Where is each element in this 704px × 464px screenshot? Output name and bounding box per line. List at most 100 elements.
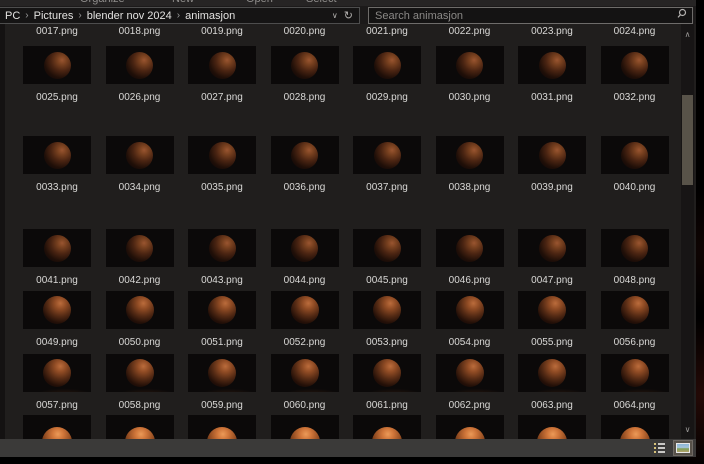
planet-render-image bbox=[290, 427, 320, 439]
planet-render-image bbox=[539, 52, 566, 79]
file-item[interactable] bbox=[266, 415, 344, 439]
breadcrumb-separator-icon: › bbox=[25, 10, 28, 21]
file-item[interactable]: 0023.png bbox=[513, 24, 591, 37]
file-item[interactable] bbox=[431, 415, 509, 439]
file-item[interactable]: 0051.png bbox=[183, 291, 261, 348]
planet-render-image bbox=[373, 296, 401, 324]
file-item[interactable]: 0058.png bbox=[101, 354, 179, 411]
file-item[interactable]: 0025.png bbox=[18, 46, 96, 103]
file-thumbnail bbox=[106, 291, 174, 329]
file-item[interactable]: 0036.png bbox=[266, 136, 344, 193]
file-item[interactable]: 0020.png bbox=[266, 24, 344, 37]
file-item[interactable]: 0050.png bbox=[101, 291, 179, 348]
refresh-icon[interactable]: ↻ bbox=[344, 11, 353, 21]
breadcrumb-segment[interactable]: Pictures bbox=[34, 10, 74, 22]
file-item[interactable]: 0029.png bbox=[348, 46, 426, 103]
file-item[interactable]: 0043.png bbox=[183, 229, 261, 286]
file-item[interactable]: 0038.png bbox=[431, 136, 509, 193]
planet-render-image bbox=[539, 142, 566, 169]
file-item[interactable]: 0032.png bbox=[596, 46, 674, 103]
file-item[interactable] bbox=[18, 415, 96, 439]
file-item[interactable]: 0030.png bbox=[431, 46, 509, 103]
file-item[interactable]: 0028.png bbox=[266, 46, 344, 103]
file-item[interactable]: 0017.png bbox=[18, 24, 96, 37]
file-item[interactable]: 0056.png bbox=[596, 291, 674, 348]
file-item[interactable]: 0041.png bbox=[18, 229, 96, 286]
planet-render-image bbox=[126, 52, 153, 79]
details-view-button[interactable] bbox=[652, 440, 666, 456]
ribbon-item-new[interactable]: New bbox=[172, 0, 194, 5]
file-item[interactable]: 0053.png bbox=[348, 291, 426, 348]
file-item[interactable]: 0062.png bbox=[431, 354, 509, 411]
file-name-label: 0036.png bbox=[284, 182, 326, 193]
file-thumbnail bbox=[271, 136, 339, 174]
file-item[interactable]: 0031.png bbox=[513, 46, 591, 103]
file-thumbnail bbox=[436, 229, 504, 267]
file-name-label: 0024.png bbox=[614, 26, 656, 37]
file-item[interactable]: 0055.png bbox=[513, 291, 591, 348]
file-name-label: 0022.png bbox=[449, 26, 491, 37]
search-box[interactable] bbox=[368, 7, 693, 24]
breadcrumb-segment[interactable]: blender nov 2024 bbox=[87, 10, 172, 22]
planet-render-image bbox=[126, 296, 154, 324]
file-name-label: 0035.png bbox=[201, 182, 243, 193]
file-item[interactable]: 0045.png bbox=[348, 229, 426, 286]
address-bar[interactable]: PC›Pictures›blender nov 2024›animasjon ∨… bbox=[0, 7, 360, 24]
file-item[interactable]: 0027.png bbox=[183, 46, 261, 103]
file-item[interactable]: 0018.png bbox=[101, 24, 179, 37]
planet-render-image bbox=[374, 235, 401, 262]
file-item[interactable]: 0042.png bbox=[101, 229, 179, 286]
file-item[interactable]: 0048.png bbox=[596, 229, 674, 286]
file-item[interactable]: 0033.png bbox=[18, 136, 96, 193]
file-item[interactable]: 0037.png bbox=[348, 136, 426, 193]
file-item[interactable]: 0026.png bbox=[101, 46, 179, 103]
file-item[interactable]: 0040.png bbox=[596, 136, 674, 193]
file-item[interactable]: 0057.png bbox=[18, 354, 96, 411]
file-item[interactable]: 0059.png bbox=[183, 354, 261, 411]
file-item[interactable]: 0034.png bbox=[101, 136, 179, 193]
file-item[interactable]: 0064.png bbox=[596, 354, 674, 411]
file-item[interactable]: 0035.png bbox=[183, 136, 261, 193]
file-thumbnail bbox=[106, 46, 174, 84]
file-name-label: 0020.png bbox=[284, 26, 326, 37]
vertical-scrollbar[interactable]: ∧ ∨ bbox=[681, 24, 694, 439]
file-item[interactable]: 0047.png bbox=[513, 229, 591, 286]
scroll-up-icon[interactable]: ∧ bbox=[681, 28, 694, 42]
scroll-down-icon[interactable]: ∨ bbox=[681, 423, 694, 437]
address-dropdown-icon[interactable]: ∨ bbox=[332, 11, 338, 20]
thumbnail-view-button[interactable] bbox=[673, 440, 693, 456]
file-item[interactable]: 0022.png bbox=[431, 24, 509, 37]
file-item[interactable]: 0061.png bbox=[348, 354, 426, 411]
file-item[interactable]: 0019.png bbox=[183, 24, 261, 37]
search-input[interactable] bbox=[369, 8, 676, 23]
file-name-label: 0048.png bbox=[614, 275, 656, 286]
file-name-label: 0064.png bbox=[614, 400, 656, 411]
scrollbar-thumb[interactable] bbox=[682, 95, 693, 185]
file-item[interactable]: 0052.png bbox=[266, 291, 344, 348]
ribbon-item-organize[interactable]: Organize bbox=[80, 0, 125, 5]
file-item[interactable] bbox=[183, 415, 261, 439]
breadcrumb: PC›Pictures›blender nov 2024›animasjon bbox=[5, 10, 332, 22]
file-item[interactable]: 0049.png bbox=[18, 291, 96, 348]
file-item[interactable] bbox=[513, 415, 591, 439]
file-item[interactable]: 0063.png bbox=[513, 354, 591, 411]
file-item[interactable] bbox=[101, 415, 179, 439]
file-item[interactable] bbox=[596, 415, 674, 439]
file-item[interactable]: 0039.png bbox=[513, 136, 591, 193]
ribbon-item-open[interactable]: Open bbox=[246, 0, 273, 5]
file-item[interactable]: 0021.png bbox=[348, 24, 426, 37]
file-item[interactable]: 0044.png bbox=[266, 229, 344, 286]
breadcrumb-segment[interactable]: PC bbox=[5, 10, 20, 22]
breadcrumb-segment[interactable]: animasjon bbox=[185, 10, 235, 22]
file-name-label: 0059.png bbox=[201, 400, 243, 411]
file-thumbnail bbox=[106, 354, 174, 392]
file-item[interactable]: 0024.png bbox=[596, 24, 674, 37]
file-name-label: 0056.png bbox=[614, 337, 656, 348]
file-item[interactable] bbox=[348, 415, 426, 439]
file-item[interactable]: 0054.png bbox=[431, 291, 509, 348]
file-name-label: 0047.png bbox=[531, 275, 573, 286]
file-item[interactable]: 0060.png bbox=[266, 354, 344, 411]
file-thumbnail bbox=[601, 46, 669, 84]
ribbon-item-select[interactable]: Select bbox=[306, 0, 337, 5]
file-item[interactable]: 0046.png bbox=[431, 229, 509, 286]
